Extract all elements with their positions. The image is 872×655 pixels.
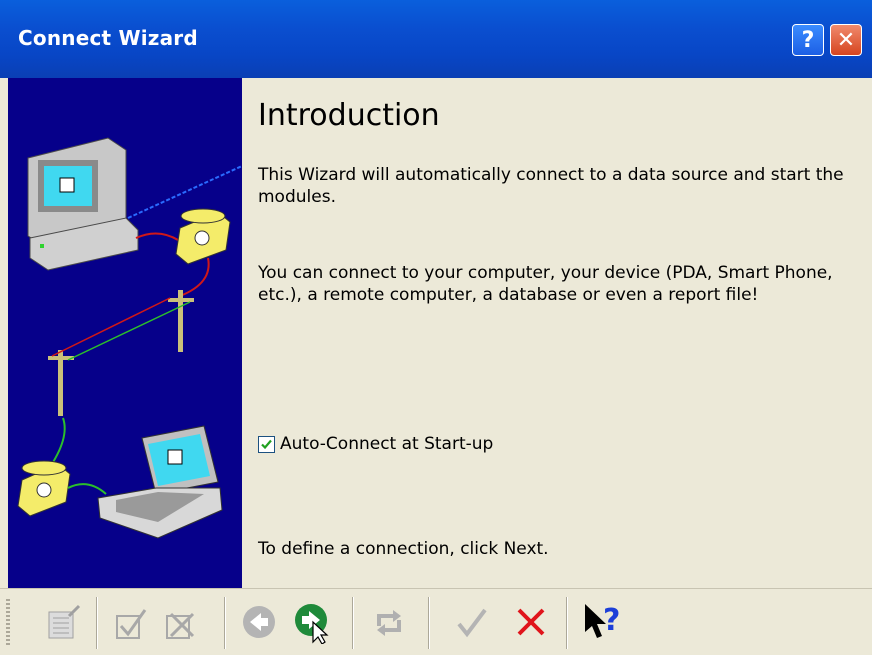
help-button[interactable]: ? — [792, 24, 824, 56]
wizard-illustration-panel — [8, 78, 243, 588]
title-bar[interactable]: Connect Wizard ? ✕ — [0, 0, 872, 78]
close-icon: ✕ — [836, 27, 856, 53]
toolbar-separator — [428, 597, 430, 649]
properties-button[interactable] — [40, 597, 86, 647]
network-line — [127, 165, 243, 219]
cancel-x-icon — [517, 608, 545, 636]
toolbar-separator — [96, 597, 98, 649]
back-arrow-icon — [243, 606, 275, 638]
desktop-computer-icon — [27, 137, 139, 271]
toolbar-separator — [224, 597, 226, 649]
autoconnect-row[interactable]: Auto-Connect at Start-up — [258, 434, 493, 454]
page-title: Introduction — [258, 98, 440, 133]
illustration — [17, 137, 243, 539]
instruction-text: To define a connection, click Next. — [258, 539, 549, 559]
edit-delete-icon — [166, 612, 195, 639]
edit-check-button[interactable] — [108, 597, 154, 647]
toolbar-separator — [352, 597, 354, 649]
laptop-cable — [67, 483, 107, 495]
whats-this-button[interactable]: ? — [578, 597, 624, 647]
cancel-button[interactable] — [508, 597, 554, 647]
next-button[interactable] — [288, 597, 334, 647]
autoconnect-label[interactable]: Auto-Connect at Start-up — [280, 434, 493, 454]
back-button[interactable] — [236, 597, 282, 647]
toolbar-grip[interactable] — [6, 599, 10, 647]
phone-cable — [135, 232, 179, 241]
finish-check-icon — [457, 608, 487, 638]
whats-this-help-icon: ? — [585, 603, 620, 638]
checkmark-icon — [261, 439, 272, 449]
reload-icon — [377, 610, 401, 636]
utility-pole-icon — [48, 290, 194, 416]
finish-button[interactable] — [448, 597, 494, 647]
reload-button[interactable] — [366, 597, 412, 647]
properties-icon — [48, 604, 81, 639]
next-arrow-icon — [295, 604, 329, 644]
telephone-icon — [17, 460, 71, 517]
wizard-toolbar: ? — [0, 588, 872, 655]
window-title: Connect Wizard — [18, 26, 198, 50]
autoconnect-checkbox[interactable] — [258, 435, 275, 453]
wire-green — [67, 301, 191, 361]
phone-line — [179, 257, 210, 297]
laptop-icon — [97, 425, 223, 539]
toolbar-separator — [566, 597, 568, 649]
svg-text:?: ? — [603, 603, 620, 638]
telephone-icon — [175, 208, 231, 265]
wizard-content: Introduction This Wizard will automatica… — [242, 78, 872, 588]
intro-text: This Wizard will automatically connect t… — [258, 165, 844, 207]
wire-red — [51, 297, 171, 357]
connect-wizard-window: Connect Wizard ? ✕ Introduction This Wiz… — [0, 0, 872, 655]
help-icon: ? — [801, 27, 815, 53]
close-button[interactable]: ✕ — [830, 24, 862, 56]
edit-delete-button[interactable] — [158, 597, 204, 647]
options-text: You can connect to your computer, your d… — [258, 263, 833, 305]
edit-check-icon — [116, 609, 147, 639]
